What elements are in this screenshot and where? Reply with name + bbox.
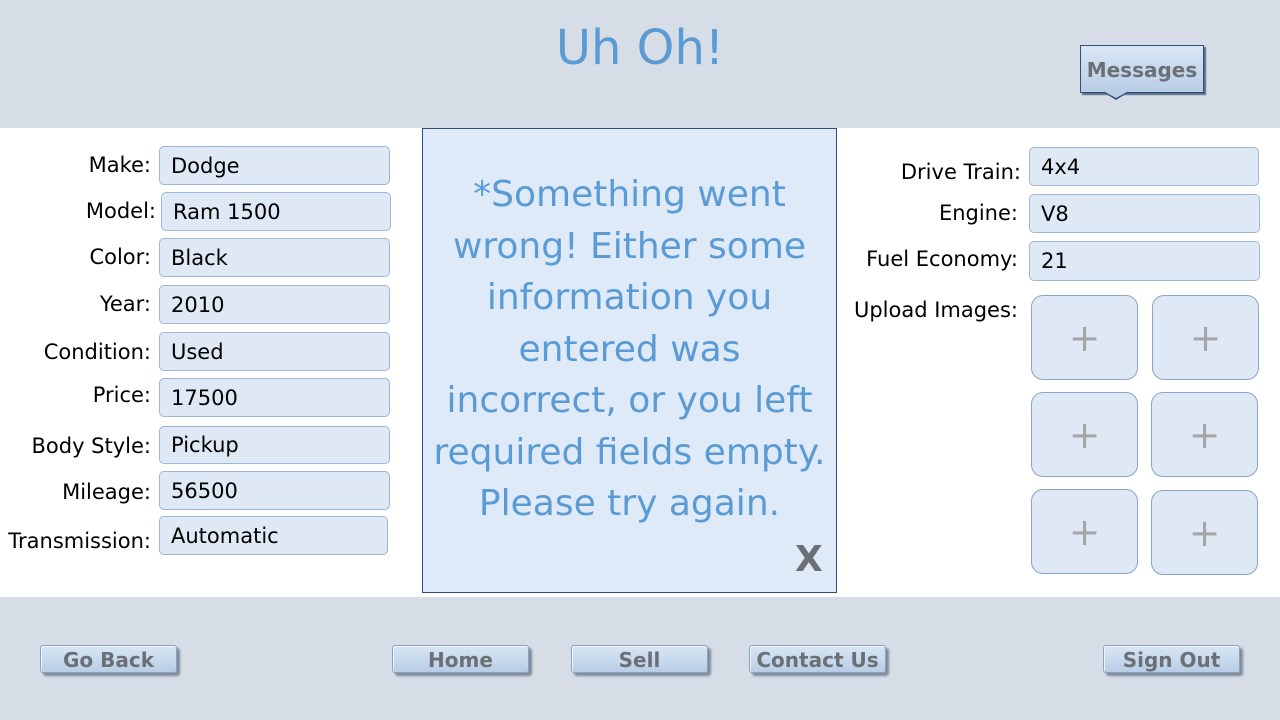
body-style-label: Body Style:: [31, 434, 151, 458]
plus-icon: +: [1189, 315, 1222, 360]
plus-icon: +: [1188, 510, 1221, 555]
contact-us-button[interactable]: Contact Us: [749, 645, 886, 673]
color-label: Color:: [89, 245, 151, 269]
year-label: Year:: [99, 292, 151, 316]
year-field[interactable]: 2010: [159, 285, 390, 324]
upload-image-slot[interactable]: +: [1031, 392, 1138, 477]
home-button[interactable]: Home: [392, 645, 529, 673]
make-field[interactable]: Dodge: [159, 146, 390, 185]
price-field[interactable]: 17500: [159, 378, 390, 417]
mileage-label: Mileage:: [62, 480, 151, 504]
condition-field[interactable]: Used: [159, 332, 390, 371]
model-field[interactable]: Ram 1500: [161, 192, 391, 231]
fuel-economy-field[interactable]: 21: [1029, 241, 1260, 281]
plus-icon: +: [1068, 509, 1101, 554]
condition-label: Condition:: [43, 340, 151, 364]
upload-image-slot[interactable]: +: [1031, 295, 1138, 380]
transmission-field[interactable]: Automatic: [159, 516, 388, 555]
plus-icon: +: [1068, 315, 1101, 360]
upload-image-slot[interactable]: +: [1151, 490, 1258, 575]
error-message: *Something went wrong! Either some infor…: [433, 174, 826, 524]
transmission-label: Transmission:: [8, 529, 151, 553]
sign-out-button[interactable]: Sign Out: [1103, 645, 1240, 673]
upload-image-slot[interactable]: +: [1031, 489, 1138, 574]
color-field[interactable]: Black: [159, 238, 390, 277]
mileage-field[interactable]: 56500: [159, 471, 390, 510]
sell-button[interactable]: Sell: [571, 645, 708, 673]
messages-button[interactable]: Messages: [1080, 45, 1204, 93]
drive-train-label: Drive Train:: [900, 160, 1021, 184]
upload-images-label: Upload Images:: [853, 298, 1018, 322]
make-label: Make:: [88, 153, 151, 177]
price-label: Price:: [92, 383, 151, 407]
upload-image-slot[interactable]: +: [1151, 392, 1258, 477]
upload-image-slot[interactable]: +: [1152, 295, 1259, 380]
error-dialog: *Something went wrong! Either some infor…: [422, 128, 837, 593]
messages-callout-tail-fill: [1105, 92, 1127, 98]
fuel-economy-label: Fuel Economy:: [866, 247, 1018, 271]
body-style-field[interactable]: Pickup: [159, 426, 390, 464]
drive-train-field[interactable]: 4x4: [1029, 147, 1259, 186]
plus-icon: +: [1068, 412, 1101, 457]
model-label: Model:: [85, 199, 156, 223]
close-icon[interactable]: X: [795, 539, 825, 580]
engine-label: Engine:: [938, 201, 1018, 225]
go-back-button[interactable]: Go Back: [40, 645, 177, 673]
engine-field[interactable]: V8: [1029, 194, 1260, 233]
plus-icon: +: [1188, 412, 1221, 457]
